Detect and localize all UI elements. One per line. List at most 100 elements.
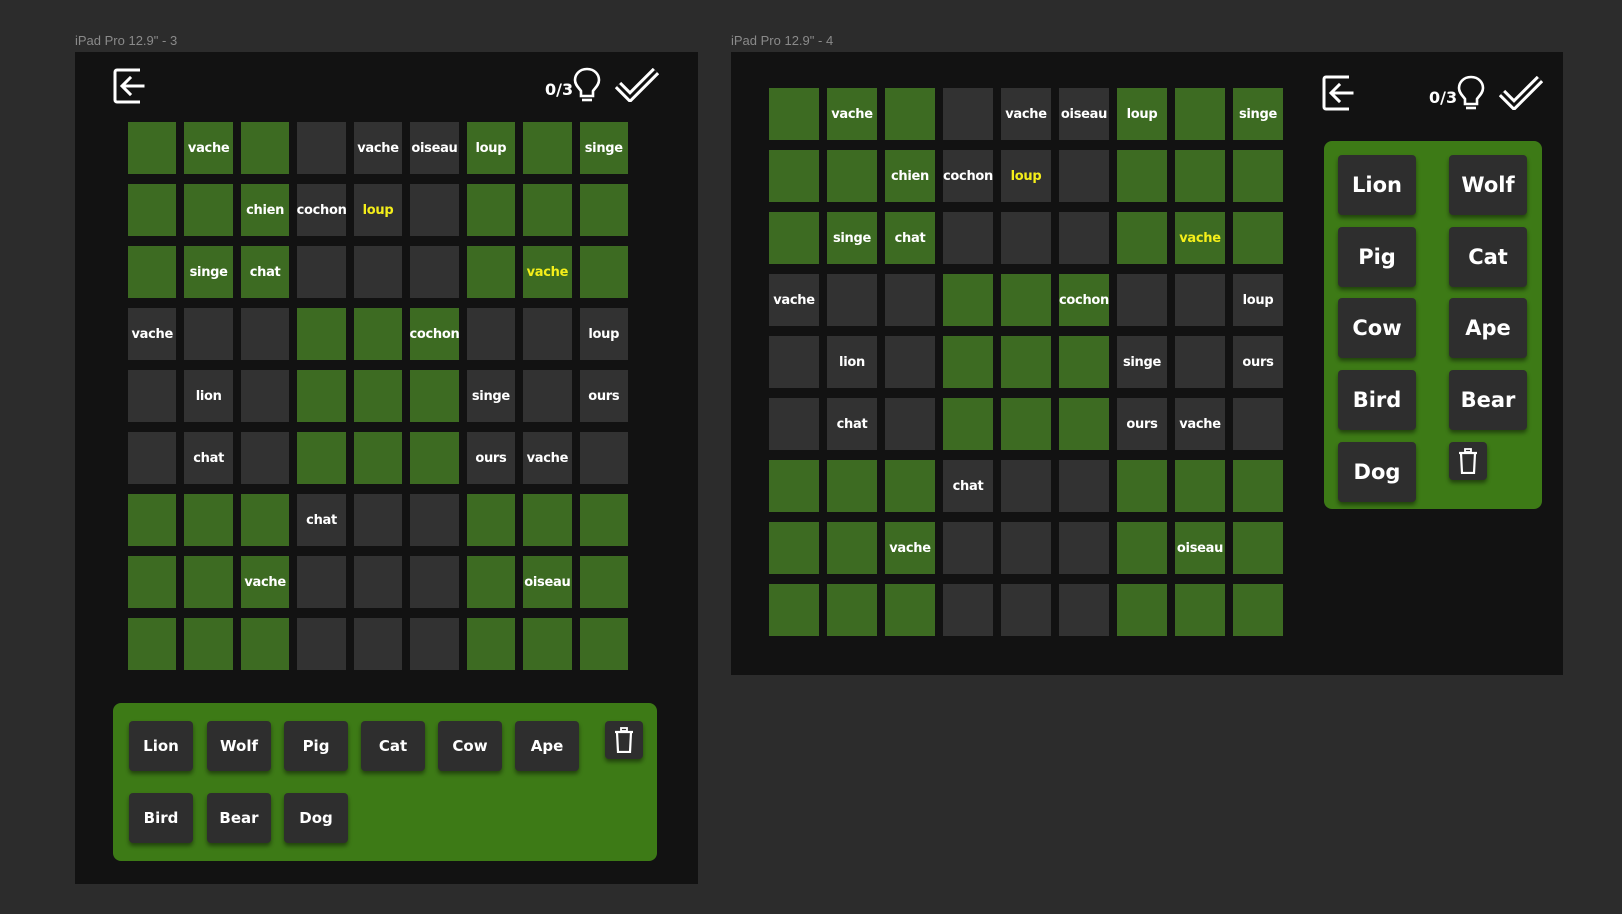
grid-cell[interactable]: [769, 460, 819, 512]
grid-cell[interactable]: [827, 274, 877, 326]
grid-cell[interactable]: [184, 618, 233, 670]
word-button-dog[interactable]: Dog: [1338, 442, 1416, 502]
grid-cell[interactable]: [128, 184, 177, 236]
grid-cell[interactable]: [769, 88, 819, 140]
grid-cell[interactable]: [1233, 522, 1283, 574]
grid-cell[interactable]: [128, 556, 177, 608]
grid-cell[interactable]: [769, 336, 819, 388]
grid-cell[interactable]: [353, 370, 403, 422]
grid-cell[interactable]: [1175, 584, 1225, 636]
grid-cell[interactable]: [523, 370, 572, 422]
grid-cell[interactable]: [466, 308, 516, 360]
grid-cell[interactable]: singe: [466, 370, 516, 422]
grid-cell[interactable]: [353, 432, 403, 484]
grid-cell[interactable]: [769, 212, 819, 264]
grid-cell[interactable]: [128, 432, 177, 484]
grid-cell[interactable]: lion: [184, 370, 233, 422]
grid-cell[interactable]: [1117, 522, 1167, 574]
grid-cell[interactable]: vache: [769, 274, 819, 326]
grid-cell[interactable]: singe: [579, 122, 628, 174]
grid-cell[interactable]: cochon: [297, 184, 346, 236]
grid-cell[interactable]: [523, 494, 572, 546]
grid-cell[interactable]: [297, 122, 346, 174]
word-button-lion[interactable]: Lion: [129, 721, 193, 771]
grid-cell[interactable]: [410, 184, 459, 236]
grid-cell[interactable]: vache: [523, 246, 572, 298]
grid-cell[interactable]: loup: [1117, 88, 1167, 140]
grid-cell[interactable]: vache: [240, 556, 290, 608]
trash-button[interactable]: [1449, 442, 1487, 480]
grid-cell[interactable]: [579, 432, 628, 484]
grid-cell[interactable]: [410, 432, 459, 484]
grid-cell[interactable]: [579, 494, 628, 546]
grid-cell[interactable]: [769, 522, 819, 574]
word-button-ape[interactable]: Ape: [1449, 298, 1527, 358]
word-button-lion[interactable]: Lion: [1338, 155, 1416, 215]
grid-cell[interactable]: [1001, 336, 1051, 388]
grid-cell[interactable]: [885, 336, 935, 388]
grid-cell[interactable]: [827, 460, 877, 512]
grid-cell[interactable]: vache: [827, 88, 877, 140]
grid-cell[interactable]: [128, 122, 177, 174]
grid-cell[interactable]: [410, 556, 459, 608]
grid-cell[interactable]: cochon: [1059, 274, 1109, 326]
grid-cell[interactable]: [1117, 274, 1167, 326]
grid-cell[interactable]: [579, 618, 628, 670]
grid-cell[interactable]: ours: [1117, 398, 1167, 450]
grid-cell[interactable]: [184, 494, 233, 546]
grid-cell[interactable]: singe: [827, 212, 877, 264]
grid-cell[interactable]: [1059, 584, 1109, 636]
grid-cell[interactable]: chat: [943, 460, 993, 512]
grid-cell[interactable]: [353, 618, 403, 670]
grid-cell[interactable]: [1233, 398, 1283, 450]
word-button-bear[interactable]: Bear: [1449, 370, 1527, 430]
grid-cell[interactable]: chat: [297, 494, 346, 546]
grid-cell[interactable]: [128, 370, 177, 422]
grid-cell[interactable]: [827, 584, 877, 636]
word-button-ape[interactable]: Ape: [515, 721, 579, 771]
grid-cell[interactable]: ours: [579, 370, 628, 422]
grid-cell[interactable]: [1059, 212, 1109, 264]
grid-cell[interactable]: chat: [827, 398, 877, 450]
grid-cell[interactable]: vache: [885, 522, 935, 574]
grid-cell[interactable]: vache: [128, 308, 177, 360]
grid-cell[interactable]: chien: [885, 150, 935, 202]
grid-cell[interactable]: [240, 370, 290, 422]
grid-cell[interactable]: vache: [1175, 398, 1225, 450]
grid-cell[interactable]: [297, 370, 346, 422]
word-button-wolf[interactable]: Wolf: [207, 721, 271, 771]
grid-cell[interactable]: oiseau: [1175, 522, 1225, 574]
grid-cell[interactable]: [1117, 150, 1167, 202]
grid-cell[interactable]: [1001, 522, 1051, 574]
grid-cell[interactable]: [353, 556, 403, 608]
hint-button[interactable]: [572, 66, 602, 104]
grid-cell[interactable]: [240, 432, 290, 484]
word-button-bear[interactable]: Bear: [207, 793, 271, 843]
grid-cell[interactable]: [885, 460, 935, 512]
grid-cell[interactable]: [1233, 584, 1283, 636]
grid-cell[interactable]: [1001, 212, 1051, 264]
grid-cell[interactable]: [297, 618, 346, 670]
grid-cell[interactable]: [943, 212, 993, 264]
grid-cell[interactable]: [353, 494, 403, 546]
hint-button[interactable]: [1456, 74, 1486, 112]
grid-cell[interactable]: chat: [184, 432, 233, 484]
grid-cell[interactable]: [1059, 398, 1109, 450]
grid-cell[interactable]: singe: [1233, 88, 1283, 140]
grid-cell[interactable]: [523, 618, 572, 670]
grid-cell[interactable]: ours: [466, 432, 516, 484]
trash-button[interactable]: [605, 721, 643, 759]
grid-cell[interactable]: [1001, 584, 1051, 636]
grid-cell[interactable]: [885, 88, 935, 140]
grid-cell[interactable]: loup: [579, 308, 628, 360]
grid-cell[interactable]: [1059, 522, 1109, 574]
grid-cell[interactable]: oiseau: [523, 556, 572, 608]
word-button-cow[interactable]: Cow: [1338, 298, 1416, 358]
grid-cell[interactable]: [1117, 212, 1167, 264]
grid-cell[interactable]: [1059, 150, 1109, 202]
grid-cell[interactable]: [1175, 150, 1225, 202]
word-button-dog[interactable]: Dog: [284, 793, 348, 843]
grid-cell[interactable]: vache: [1001, 88, 1051, 140]
grid-cell[interactable]: oiseau: [410, 122, 459, 174]
grid-cell[interactable]: [128, 494, 177, 546]
